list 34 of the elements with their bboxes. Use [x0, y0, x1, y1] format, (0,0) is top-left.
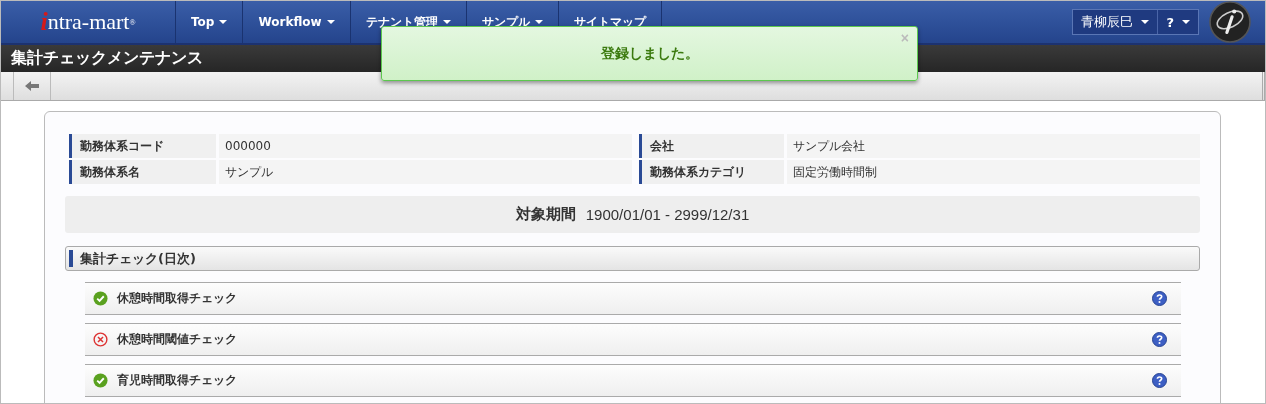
help-icon[interactable]: [1152, 332, 1167, 347]
help-menu-button[interactable]: ?: [1157, 10, 1198, 34]
back-button[interactable]: [13, 72, 51, 100]
nav-menu-item[interactable]: Workflow: [243, 1, 351, 43]
caret-icon: [1182, 20, 1190, 24]
brand-emblem-icon[interactable]: [1209, 1, 1251, 43]
field-value: 000000: [219, 134, 632, 158]
field-value: 固定労働時間制: [787, 160, 1200, 184]
period-label: 対象期間: [515, 205, 576, 224]
period-value: 1900/01/01 - 2999/12/31: [585, 206, 750, 223]
left-arrow-icon: [25, 81, 39, 91]
check-row[interactable]: 育児時間取得チェック: [85, 364, 1181, 397]
check-label: 育児時間取得チェック: [117, 372, 238, 389]
page-title: 集計チェックメンテナンス: [11, 48, 203, 69]
field-value: サンプル: [219, 160, 632, 184]
caret-icon: [1141, 20, 1150, 24]
toast-message: 登録しました。: [600, 44, 699, 63]
logo[interactable]: intra-mart$^{®}$: [1, 1, 176, 43]
check-label: 休憩時間取得チェック: [117, 290, 238, 307]
field-value: サンプル会社: [787, 134, 1200, 158]
check-label: 休憩時間閾値チェック: [117, 331, 238, 348]
caret-icon: [219, 20, 228, 24]
check-row[interactable]: 休憩時間取得チェック: [85, 282, 1181, 315]
help-icon[interactable]: [1152, 291, 1167, 306]
help-icon[interactable]: [1152, 373, 1167, 388]
caret-icon: [326, 20, 335, 24]
field-label: 勤務体系名: [69, 160, 216, 184]
nav-menu-item[interactable]: Top: [176, 1, 244, 43]
check-row[interactable]: 休憩時間閾値チェック: [85, 323, 1181, 356]
section-title: 集計チェック(日次): [80, 249, 196, 268]
field-label: 勤務体系コード: [69, 134, 216, 158]
field-label: 会社: [639, 134, 784, 158]
user-menu-button[interactable]: 青柳辰巳: [1073, 10, 1158, 34]
field-label: 勤務体系カテゴリ: [639, 160, 784, 184]
